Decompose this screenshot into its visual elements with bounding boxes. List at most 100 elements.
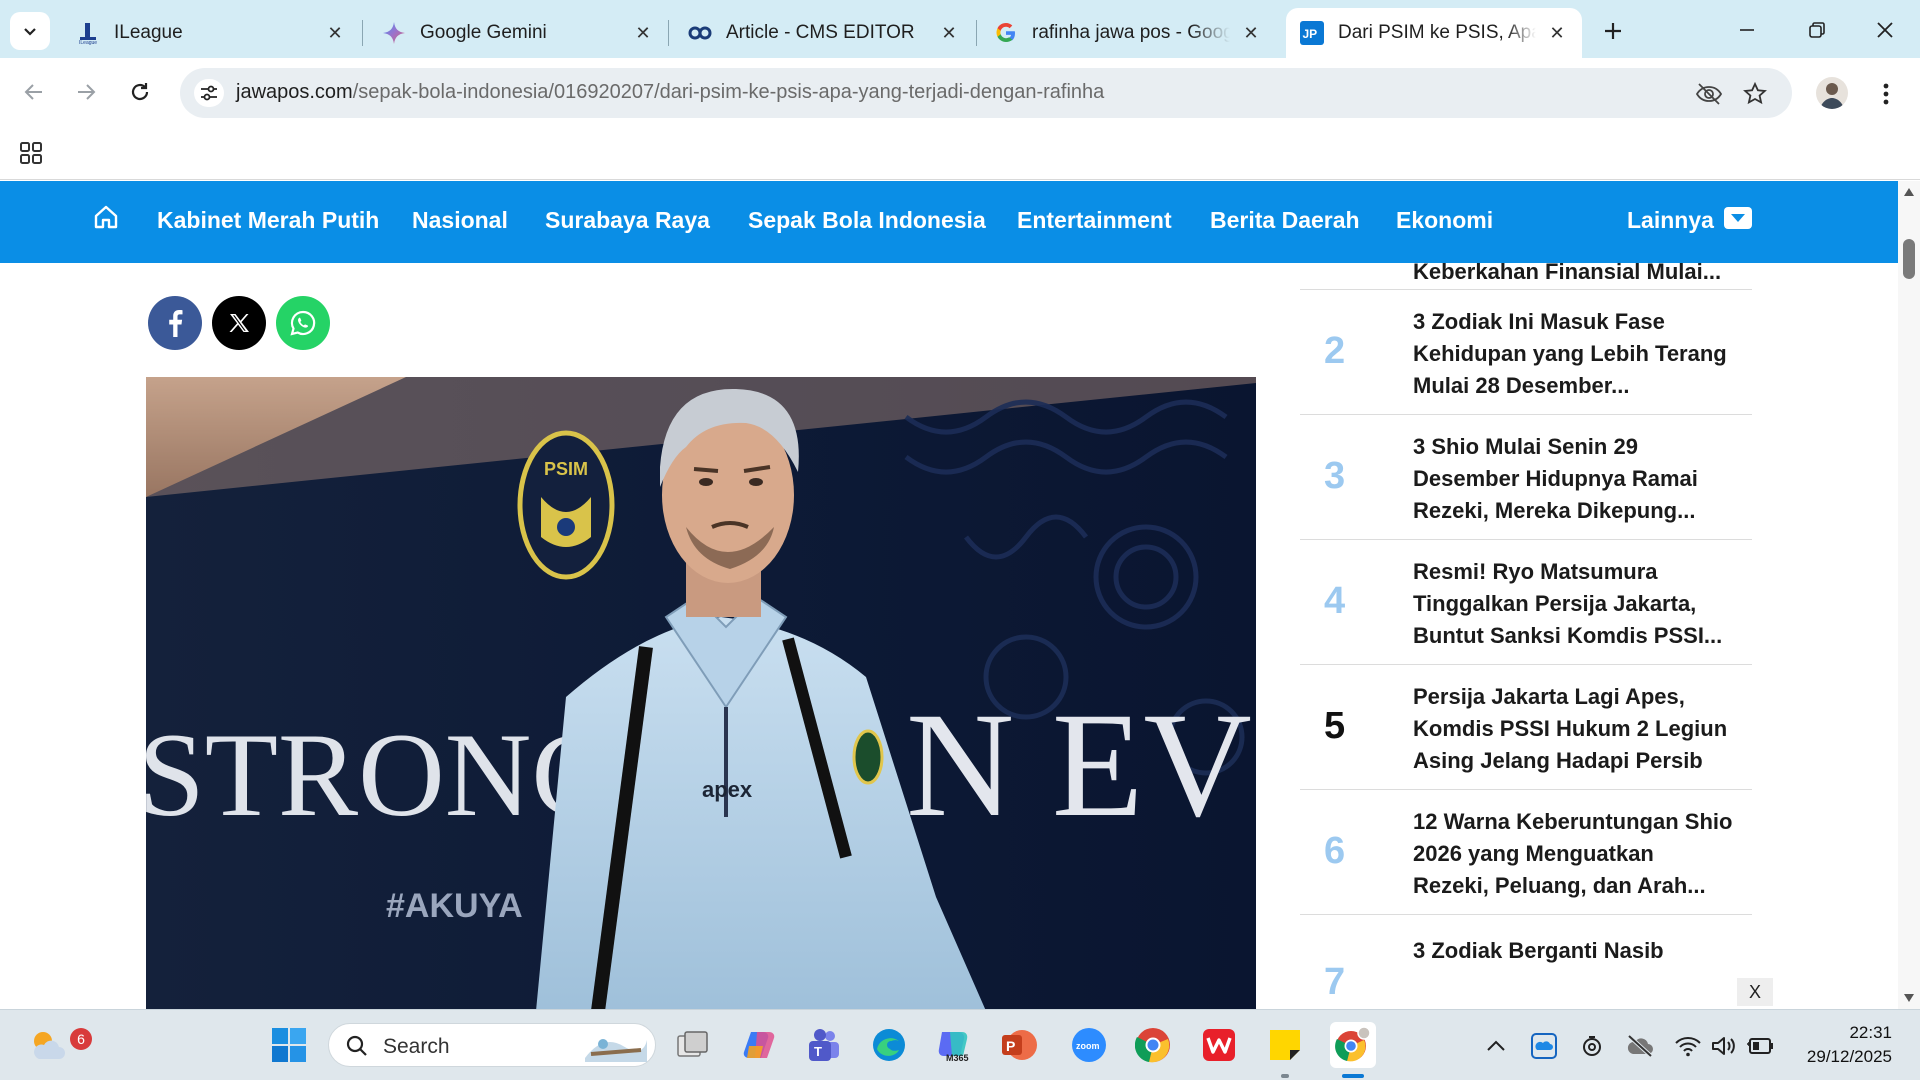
powerpoint-app[interactable]: P — [996, 1022, 1042, 1068]
location-icon[interactable] — [1578, 1032, 1606, 1060]
tab-search-button[interactable] — [10, 12, 50, 50]
hashtag-text: #AKUYA — [386, 887, 523, 925]
zoom-app[interactable]: zoom — [1066, 1022, 1112, 1068]
eye-slash-icon[interactable] — [1695, 80, 1723, 108]
tab-title: ILeague — [114, 22, 183, 43]
scroll-down-icon[interactable] — [1903, 993, 1915, 1003]
windows-icon — [272, 1028, 306, 1062]
url-text[interactable]: jawapos.com/sepak-bola-indonesia/0169202… — [236, 81, 1104, 104]
m365-app[interactable]: M365 — [930, 1022, 976, 1068]
trending-item[interactable]: 2 3 Zodiak Ini Masuk Fase Kehidupan yang… — [1300, 290, 1752, 415]
backdrop-text-right: N EVI — [906, 682, 1256, 848]
trending-title[interactable]: Resmi! Ryo Matsumura Tinggalkan Persija … — [1413, 556, 1733, 652]
nav-nasional[interactable]: Nasional — [412, 207, 508, 234]
taskbar-search[interactable]: Search — [328, 1023, 656, 1067]
scrollbar-thumb[interactable] — [1903, 239, 1915, 279]
close-window-button[interactable] — [1860, 10, 1910, 50]
edge-app[interactable] — [866, 1022, 912, 1068]
tab-jawapos-active[interactable]: JP Dari PSIM ke PSIS, Apa yang ✕ — [1286, 8, 1582, 58]
trending-title[interactable]: 3 Zodiak Berganti Nasib — [1413, 935, 1733, 967]
nav-kabinet-merah-putih[interactable]: Kabinet Merah Putih — [157, 207, 379, 234]
forward-button[interactable] — [66, 72, 106, 112]
trending-item[interactable]: 5 Persija Jakarta Lagi Apes, Komdis PSSI… — [1300, 665, 1752, 790]
chevron-up-icon[interactable] — [1482, 1032, 1510, 1060]
cloud-off-icon[interactable] — [1626, 1032, 1654, 1060]
tab-gemini[interactable]: Google Gemini ✕ — [368, 8, 668, 58]
trending-title[interactable]: Persija Jakarta Lagi Apes, Komdis PSSI H… — [1413, 681, 1733, 777]
reload-button[interactable] — [120, 72, 160, 112]
onedrive-sync-icon[interactable] — [1530, 1032, 1558, 1060]
svg-text:P: P — [1006, 1038, 1015, 1054]
whatsapp-icon — [290, 310, 316, 336]
task-view-icon — [677, 1031, 708, 1057]
share-whatsapp-button[interactable] — [276, 296, 330, 350]
restore-icon — [1809, 22, 1825, 38]
start-button[interactable] — [266, 1022, 312, 1068]
scroll-up-icon[interactable] — [1903, 187, 1915, 197]
chrome-app[interactable] — [1130, 1022, 1176, 1068]
teams-app[interactable]: T — [800, 1022, 846, 1068]
trending-item[interactable]: 3 3 Shio Mulai Senin 29 Desember Hidupny… — [1300, 415, 1752, 540]
battery-charging-icon[interactable] — [1746, 1032, 1774, 1060]
wifi-icon[interactable] — [1674, 1032, 1702, 1060]
restore-button[interactable] — [1792, 10, 1842, 50]
back-button[interactable] — [14, 72, 54, 112]
caret-down-icon[interactable] — [1724, 207, 1752, 229]
weather-widget[interactable]: 6 — [24, 1022, 92, 1068]
nav-ekonomi[interactable]: Ekonomi — [1396, 207, 1493, 234]
close-tab-icon[interactable]: ✕ — [938, 22, 960, 44]
google-icon — [994, 21, 1018, 45]
chrome-profile-app-active[interactable] — [1330, 1022, 1376, 1068]
nav-surabaya-raya[interactable]: Surabaya Raya — [545, 207, 710, 234]
search-highlight-image-icon — [585, 1039, 647, 1062]
volume-icon[interactable] — [1710, 1032, 1738, 1060]
task-view-button[interactable] — [670, 1022, 716, 1068]
trending-item[interactable]: 6 12 Warna Keberuntungan Shio 2026 yang … — [1300, 790, 1752, 915]
system-clock[interactable]: 22:31 29/12/2025 — [1792, 1021, 1892, 1069]
clock-date: 29/12/2025 — [1806, 1047, 1892, 1066]
bookmark-star-icon[interactable] — [1741, 80, 1769, 108]
svg-text:ILeague: ILeague — [79, 40, 97, 45]
tab-cms-editor[interactable]: Article - CMS EDITOR ✕ — [674, 8, 974, 58]
address-bar[interactable]: jawapos.com/sepak-bola-indonesia/0169202… — [180, 68, 1792, 118]
close-tab-icon[interactable]: ✕ — [324, 22, 346, 44]
new-tab-button[interactable] — [1596, 14, 1630, 48]
trending-item[interactable]: 4 Resmi! Ryo Matsumura Tinggalkan Persij… — [1300, 540, 1752, 665]
tab-title: Google Gemini — [420, 22, 547, 43]
close-tab-icon[interactable]: ✕ — [632, 22, 654, 44]
page-scrollbar[interactable] — [1898, 181, 1920, 1009]
close-tab-icon[interactable]: ✕ — [1546, 22, 1568, 44]
wps-app[interactable] — [1196, 1022, 1242, 1068]
trending-number: 5 — [1324, 705, 1346, 747]
home-icon[interactable] — [90, 201, 122, 233]
share-facebook-button[interactable] — [148, 296, 202, 350]
profile-avatar[interactable] — [1816, 77, 1848, 109]
tab-ileague[interactable]: ILeague ILeague ✕ — [62, 8, 360, 58]
nav-berita-daerah[interactable]: Berita Daerah — [1210, 207, 1360, 234]
close-tab-icon[interactable]: ✕ — [1240, 22, 1262, 44]
tab-google-search[interactable]: rafinha jawa pos - Google ✕ — [980, 8, 1276, 58]
article-hero-image[interactable]: STRONGER N EVI #AKUYA PSIM apex — [146, 377, 1256, 1009]
nav-sepak-bola-indonesia[interactable]: Sepak Bola Indonesia — [748, 207, 986, 234]
trending-title[interactable]: 3 Shio Mulai Senin 29 Desember Hidupnya … — [1413, 431, 1733, 527]
trending-item[interactable]: 7 3 Zodiak Berganti Nasib — [1300, 915, 1752, 1009]
trending-title[interactable]: 12 Warna Keberuntungan Shio 2026 yang Me… — [1413, 806, 1733, 902]
sticky-notes-app[interactable] — [1262, 1022, 1308, 1068]
copilot-app[interactable] — [736, 1022, 782, 1068]
nav-lainnya[interactable]: Lainnya — [1627, 207, 1714, 234]
svg-text:PSIM: PSIM — [544, 459, 588, 479]
ad-close-button[interactable]: X — [1737, 978, 1773, 1006]
arrow-right-icon — [78, 84, 96, 100]
close-icon — [1877, 22, 1893, 38]
trending-title[interactable]: 3 Zodiak Ini Masuk Fase Kehidupan yang L… — [1413, 306, 1733, 402]
minimize-button[interactable] — [1722, 10, 1772, 50]
nav-entertainment[interactable]: Entertainment — [1017, 207, 1172, 234]
share-x-button[interactable] — [212, 296, 266, 350]
site-info-icon[interactable] — [194, 79, 224, 107]
trending-number: 3 — [1324, 455, 1346, 497]
tab-title: Dari PSIM ke PSIS, Apa yang — [1338, 22, 1536, 43]
notification-badge: 6 — [70, 1028, 92, 1050]
browser-menu-button[interactable] — [1872, 77, 1900, 111]
apps-grid-icon[interactable] — [16, 138, 46, 168]
chrome-profile-icon — [1335, 1026, 1371, 1062]
